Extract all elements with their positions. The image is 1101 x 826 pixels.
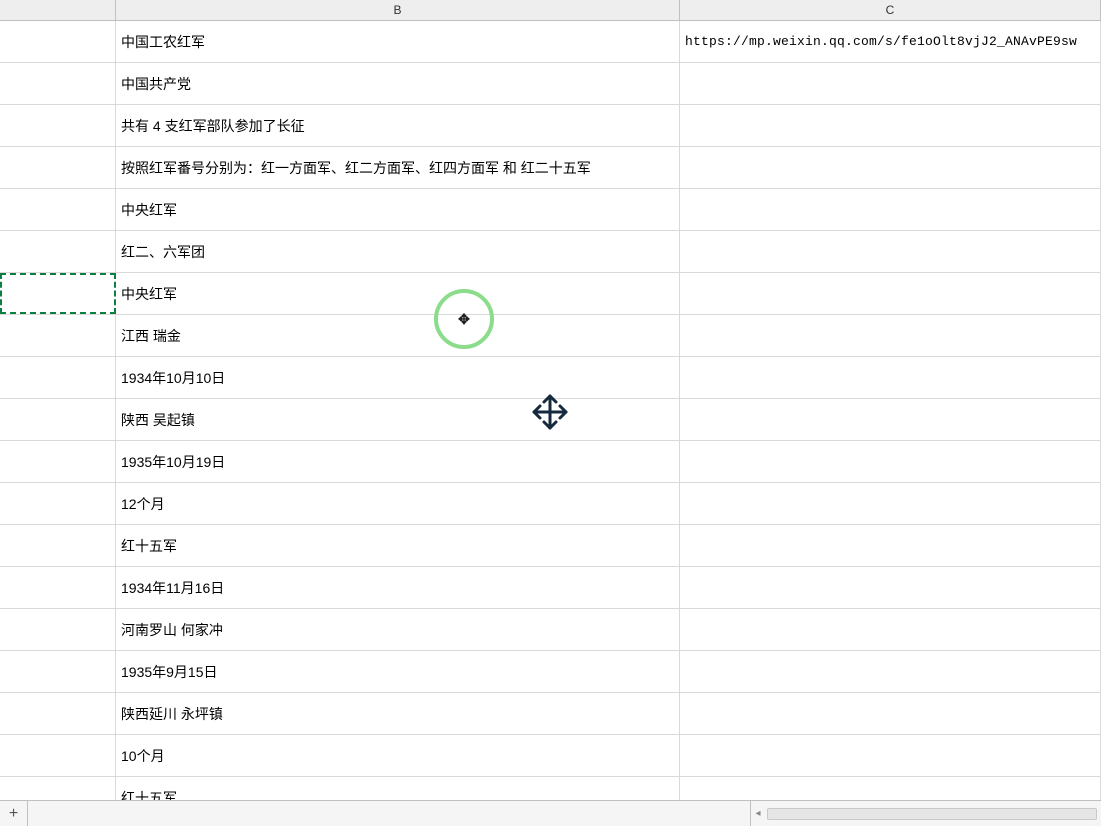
column-headers: B C [0,0,1101,21]
table-row: 红十五军 [0,525,1101,567]
cell-a[interactable] [0,651,116,692]
table-row: 河南罗山 何家冲 [0,609,1101,651]
cell-b[interactable]: 中央红军 [116,273,680,314]
sheet-tab-bar: + ◂ [0,800,1101,826]
cell-a[interactable] [0,231,116,272]
cell-b[interactable]: 按照红军番号分别为：红一方面军、红二方面军、红四方面军 和 红二十五军 [116,147,680,188]
cell-a[interactable] [0,777,116,800]
table-row: 10个月 [0,735,1101,777]
table-row: 共有 4 支红军部队参加了长征 [0,105,1101,147]
cell-c[interactable] [680,63,1101,104]
cell-b[interactable]: 中国工农红军 [116,21,680,62]
cell-b[interactable]: 共有 4 支红军部队参加了长征 [116,105,680,146]
cell-a[interactable] [0,315,116,356]
table-row: 中央红军 [0,189,1101,231]
cell-b[interactable]: 1935年9月15日 [116,651,680,692]
cell-a[interactable] [0,609,116,650]
cell-c[interactable] [680,315,1101,356]
cell-b[interactable]: 1934年11月16日 [116,567,680,608]
table-row: 陕西 吴起镇 [0,399,1101,441]
table-row: 中国工农红军https://mp.weixin.qq.com/s/fe1oOlt… [0,21,1101,63]
cell-c[interactable] [680,189,1101,230]
cell-c[interactable] [680,693,1101,734]
cell-a[interactable] [0,105,116,146]
cell-b[interactable]: 红二、六军团 [116,231,680,272]
table-row: 12个月 [0,483,1101,525]
horizontal-scrollbar[interactable] [767,808,1097,820]
cell-a[interactable] [0,21,116,62]
column-header-a[interactable] [0,0,116,20]
table-row: 红十五军 [0,777,1101,800]
cell-c[interactable] [680,525,1101,566]
cell-c[interactable] [680,273,1101,314]
cell-a[interactable] [0,525,116,566]
table-row: 按照红军番号分别为：红一方面军、红二方面军、红四方面军 和 红二十五军 [0,147,1101,189]
spreadsheet-grid[interactable]: B C 中国工农红军https://mp.weixin.qq.com/s/fe1… [0,0,1101,800]
column-header-c[interactable]: C [680,0,1101,20]
cell-b[interactable]: 河南罗山 何家冲 [116,609,680,650]
cell-c[interactable] [680,357,1101,398]
cell-c[interactable] [680,735,1101,776]
cell-b[interactable]: 1935年10月19日 [116,441,680,482]
cell-a[interactable] [0,735,116,776]
cell-b[interactable]: 中央红军 [116,189,680,230]
cell-a[interactable] [0,147,116,188]
cell-b[interactable]: 陕西 吴起镇 [116,399,680,440]
table-row: 1934年11月16日 [0,567,1101,609]
cell-b[interactable]: 1934年10月10日 [116,357,680,398]
table-row: 红二、六军团 [0,231,1101,273]
cell-a[interactable] [0,273,116,314]
cell-c[interactable] [680,399,1101,440]
cell-b[interactable]: 红十五军 [116,525,680,566]
table-row: 江西 瑞金 [0,315,1101,357]
rows-container: 中国工农红军https://mp.weixin.qq.com/s/fe1oOlt… [0,21,1101,800]
cell-a[interactable] [0,441,116,482]
cell-b[interactable]: 中国共产党 [116,63,680,104]
table-row: 1934年10月10日 [0,357,1101,399]
table-row: 中国共产党 [0,63,1101,105]
cell-c[interactable]: https://mp.weixin.qq.com/s/fe1oOlt8vjJ2_… [680,21,1101,62]
column-header-b[interactable]: B [116,0,680,20]
horizontal-scroll-zone: ◂ [750,801,1101,826]
cell-c[interactable] [680,105,1101,146]
cell-b[interactable]: 红十五军 [116,777,680,800]
cell-c[interactable] [680,651,1101,692]
add-sheet-button[interactable]: + [0,801,28,826]
cell-a[interactable] [0,693,116,734]
cell-a[interactable] [0,399,116,440]
cell-a[interactable] [0,189,116,230]
cell-a[interactable] [0,483,116,524]
cell-c[interactable] [680,567,1101,608]
cell-c[interactable] [680,147,1101,188]
table-row: 中央红军 [0,273,1101,315]
table-row: 1935年9月15日 [0,651,1101,693]
cell-a[interactable] [0,63,116,104]
cell-a[interactable] [0,567,116,608]
cell-b[interactable]: 江西 瑞金 [116,315,680,356]
cell-c[interactable] [680,609,1101,650]
cell-c[interactable] [680,483,1101,524]
cell-b[interactable]: 陕西延川 永坪镇 [116,693,680,734]
table-row: 1935年10月19日 [0,441,1101,483]
cell-c[interactable] [680,231,1101,272]
cell-a[interactable] [0,357,116,398]
table-row: 陕西延川 永坪镇 [0,693,1101,735]
cell-c[interactable] [680,777,1101,800]
scroll-left-button[interactable]: ◂ [751,801,765,826]
cell-b[interactable]: 12个月 [116,483,680,524]
cell-b[interactable]: 10个月 [116,735,680,776]
cell-c[interactable] [680,441,1101,482]
